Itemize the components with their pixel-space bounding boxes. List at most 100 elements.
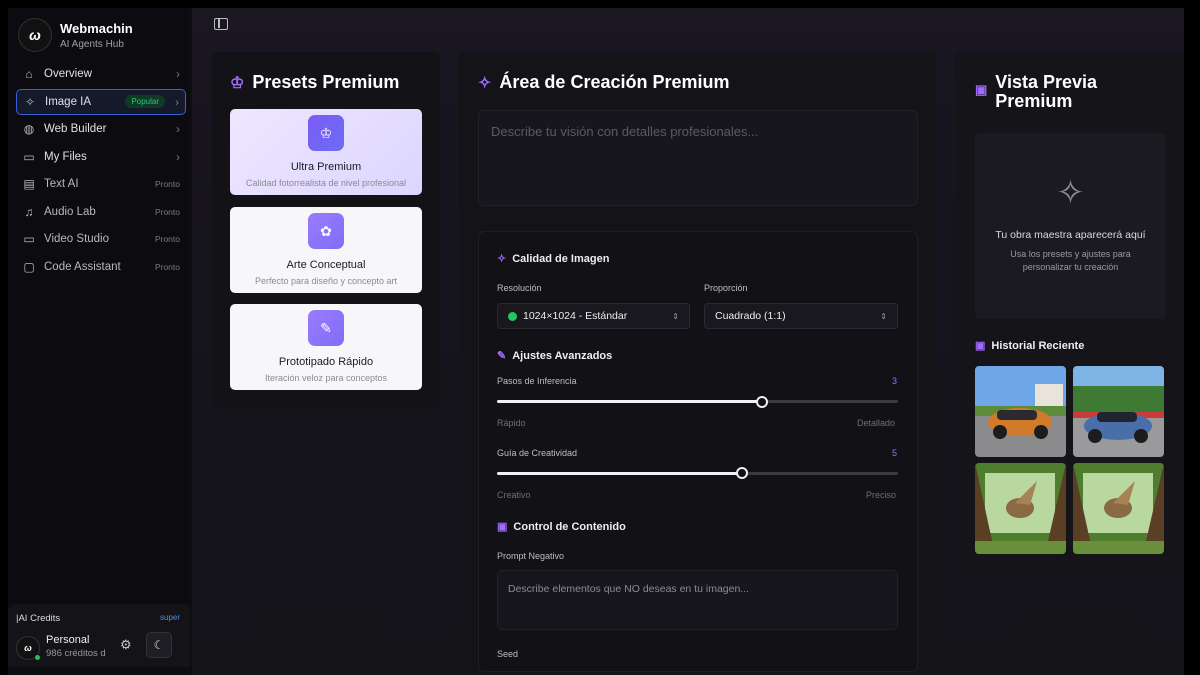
document-icon: ▤ (23, 177, 35, 191)
steps-label: Pasos de Inferencia (497, 376, 577, 386)
guide-max-label: Preciso (866, 490, 897, 500)
content-header: ▣ Control de Contenido (497, 520, 626, 534)
online-indicator (34, 654, 41, 661)
advanced-title: Ajustes Avanzados (512, 349, 613, 362)
history-thumb-car-blue[interactable] (1073, 366, 1164, 457)
status-dot (508, 311, 517, 321)
sidebar-item-text-ai[interactable]: ▤ Text AI Pronto (16, 171, 186, 197)
sidebar-item-my-files[interactable]: ▭ My Files › (16, 144, 186, 170)
guide-value: 5 (892, 448, 898, 458)
preview-header: ▣ Vista Previa Premium (975, 73, 1097, 111)
advanced-header: ✎ Ajustes Avanzados (497, 349, 613, 363)
gear-icon[interactable]: ⚙ (120, 637, 132, 653)
negative-prompt-input[interactable]: Describe elementos que NO deseas en tu i… (497, 570, 898, 630)
preset-arte-conceptual[interactable]: ✿ Arte Conceptual Perfecto para diseño y… (230, 207, 422, 293)
history-thumb-car-orange[interactable] (975, 366, 1066, 457)
preset-desc: Iteración veloz para conceptos (264, 373, 388, 383)
credits-amount: 986 créditos d (46, 648, 106, 659)
chat-icon: ▢ (23, 259, 35, 274)
soon-badge: Pronto (154, 234, 180, 244)
steps-slider-handle[interactable] (756, 396, 768, 408)
prompt-placeholder: Describe tu visión con detalles profesio… (491, 124, 759, 139)
logo-icon: ω (18, 18, 52, 52)
theme-toggle-button[interactable]: ☾ (146, 632, 172, 658)
history-title: Historial Reciente (991, 339, 1085, 352)
sparkles-icon: ✧ (478, 74, 492, 92)
credits-panel: |AI Credits super ω Personal 986 crédito… (8, 604, 190, 667)
plan-badge: super (159, 613, 180, 622)
sidebar-item-audio-lab[interactable]: ♫ Audio Lab Pronto (16, 199, 186, 225)
brand[interactable]: ω Webmachin AI Agents Hub (18, 18, 133, 52)
wand-icon: ✎ (497, 350, 507, 362)
chevron-right-icon: › (176, 67, 180, 81)
preview-title-line2: Premium (995, 91, 1073, 111)
globe-icon: ◍ (23, 122, 35, 136)
empty-subtitle-line2: personalizar tu creación (1022, 262, 1119, 272)
presets-title: Presets Premium (252, 72, 400, 92)
empty-subtitle-line1: Usa los presets y ajustes para (1010, 249, 1131, 259)
history-thumb-bird-left[interactable] (975, 463, 1066, 554)
image-icon: ▣ (975, 340, 986, 352)
preset-desc: Calidad fotorrealista de nivel profesion… (245, 178, 407, 188)
guide-slider-handle[interactable] (736, 467, 748, 479)
credits-title: |AI Credits (16, 613, 61, 624)
music-icon: ♫ (24, 204, 34, 219)
creation-header: ✧ Área de Creación Premium (478, 72, 730, 93)
sidebar-item-web-builder[interactable]: ◍ Web Builder › (16, 116, 186, 142)
guide-label: Guía de Creatividad (497, 448, 578, 458)
brand-title: Webmachin (60, 20, 133, 36)
sidebar-item-video-studio[interactable]: ▭ Video Studio Pronto (16, 226, 186, 252)
ratio-select[interactable]: Cuadrado (1:1) ⇕ (704, 303, 898, 329)
chevron-updown-icon: ⇕ (880, 311, 887, 321)
preview-title-line1: Vista Previa (995, 72, 1098, 92)
ratio-value: Cuadrado (1:1) (715, 310, 786, 322)
content-title: Control de Contenido (513, 520, 626, 533)
preview-empty-state: ✧ Tu obra maestra aparecerá aquí Usa los… (975, 133, 1166, 319)
home-icon: ⌂ (25, 67, 33, 81)
resolution-value: 1024×1024 - Estándar (523, 310, 628, 322)
soon-badge: Pronto (154, 261, 180, 272)
crown-icon: ♔ (308, 115, 344, 151)
negative-label: Prompt Negativo (497, 551, 565, 561)
chevron-right-icon: › (176, 149, 180, 164)
preset-desc: Perfecto para diseño y concepto art (254, 276, 398, 286)
empty-title: Tu obra maestra aparecerá aquí (995, 229, 1146, 241)
popular-badge: Popular (125, 95, 165, 108)
sidebar: ω Webmachin AI Agents Hub ⌂ Overview › ✧ Im… (8, 8, 190, 667)
seed-label: Seed (497, 649, 519, 659)
profile-name: Personal (46, 634, 90, 646)
crown-icon: ♔ (230, 74, 245, 92)
preset-title: Arte Conceptual (286, 259, 366, 271)
sidebar-item-image-ia[interactable]: ✧ Image IA Popular › (16, 88, 186, 115)
palette-icon: ✿ (308, 213, 344, 249)
book-icon: ▭ (23, 149, 35, 164)
history-thumb-bird-right[interactable] (1073, 463, 1164, 554)
creation-title: Área de Creación Premium (499, 72, 730, 92)
preset-prototipado-rapido[interactable]: ✎ Prototipado Rápido Iteración veloz par… (230, 304, 422, 390)
sparkles-icon: ✧ (1056, 174, 1085, 212)
quality-title: Calidad de Imagen (512, 252, 610, 265)
resolution-select[interactable]: 1024×1024 - Estándar ⇕ (497, 303, 690, 329)
sidebar-item-code-assistant[interactable]: ▢ Code Assistant Pronto (16, 254, 186, 280)
chevron-right-icon: › (175, 94, 179, 109)
steps-max-label: Detallado (857, 418, 896, 428)
sidebar-nav: ⌂ Overview › ✧ Image IA Popular › ◍ Web Builde… (16, 61, 186, 281)
preset-ultra-premium[interactable]: ♔ Ultra Premium Calidad fotorrealista de… (230, 109, 422, 195)
preset-title: Prototipado Rápido (278, 356, 374, 368)
prompt-input[interactable]: Describe tu visión con detalles profesio… (478, 110, 918, 206)
sidebar-toggle-icon[interactable] (214, 18, 228, 30)
wand-icon: ✎ (308, 310, 344, 346)
chevron-right-icon: › (176, 122, 180, 136)
image-icon: ▣ (975, 82, 988, 97)
sidebar-item-overview[interactable]: ⌂ Overview › (16, 61, 186, 87)
steps-value: 3 (892, 376, 898, 386)
ratio-label: Proporción (704, 283, 748, 293)
guide-min-label: Creativo (497, 490, 531, 500)
video-icon: ▭ (23, 232, 35, 246)
soon-badge: Pronto (154, 206, 180, 217)
negative-placeholder: Describe elementos que NO deseas en tu i… (508, 583, 750, 595)
history-header: ▣ Historial Reciente (975, 339, 1085, 353)
sparkles-icon: ✧ (497, 253, 507, 265)
moon-icon: ☾ (153, 638, 165, 652)
chevron-updown-icon: ⇕ (672, 311, 679, 321)
